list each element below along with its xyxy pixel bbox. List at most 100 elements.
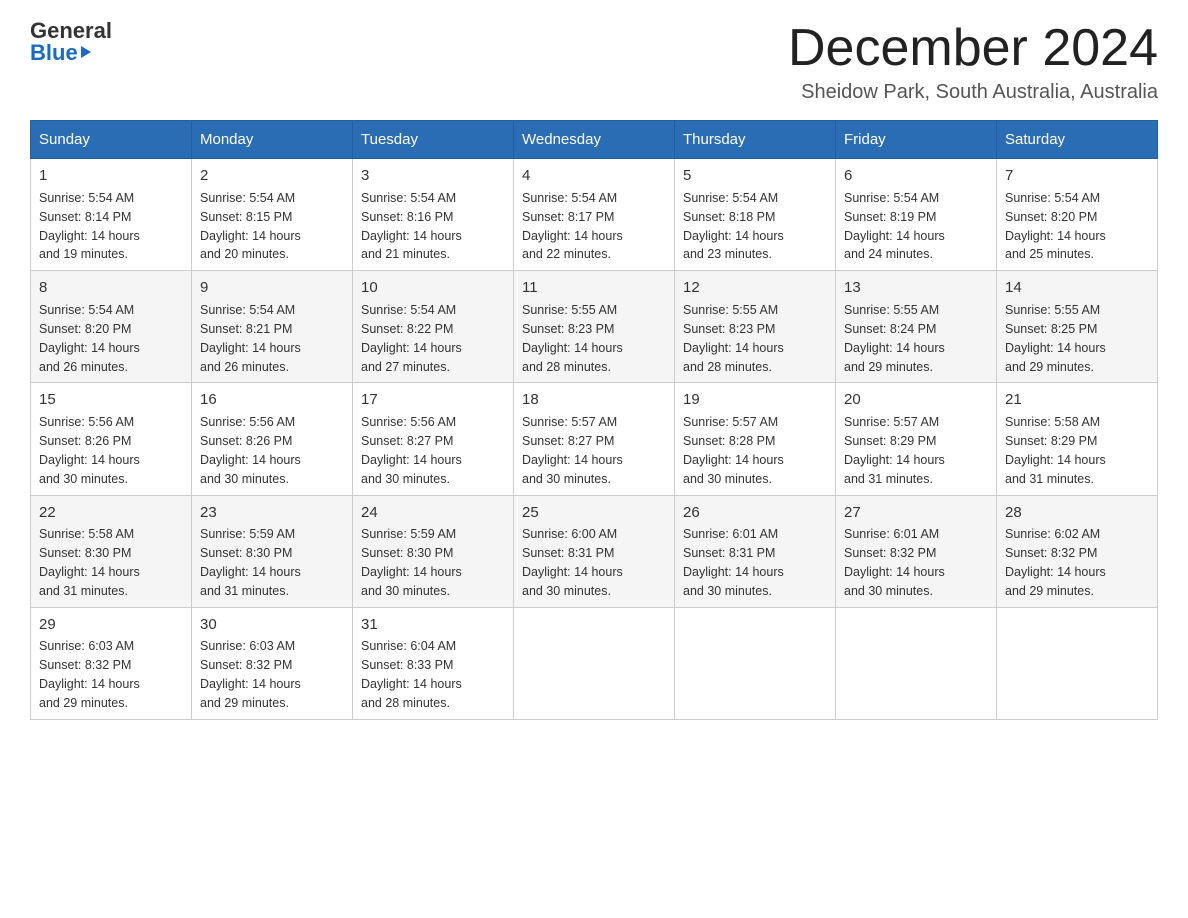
day-info: Sunrise: 5:58 AMSunset: 8:29 PMDaylight:…: [1005, 415, 1106, 486]
title-section: December 2024 Sheidow Park, South Austra…: [788, 20, 1158, 104]
calendar-cell: 12 Sunrise: 5:55 AMSunset: 8:23 PMDaylig…: [675, 271, 836, 383]
day-info: Sunrise: 5:55 AMSunset: 8:25 PMDaylight:…: [1005, 303, 1106, 374]
calendar-cell: 24 Sunrise: 5:59 AMSunset: 8:30 PMDaylig…: [353, 495, 514, 607]
day-info: Sunrise: 5:54 AMSunset: 8:19 PMDaylight:…: [844, 191, 945, 262]
calendar-cell: 23 Sunrise: 5:59 AMSunset: 8:30 PMDaylig…: [192, 495, 353, 607]
calendar-cell: 8 Sunrise: 5:54 AMSunset: 8:20 PMDayligh…: [31, 271, 192, 383]
calendar-cell: 22 Sunrise: 5:58 AMSunset: 8:30 PMDaylig…: [31, 495, 192, 607]
calendar-cell: 15 Sunrise: 5:56 AMSunset: 8:26 PMDaylig…: [31, 383, 192, 495]
day-number: 2: [200, 165, 344, 187]
day-number: 15: [39, 389, 183, 411]
day-info: Sunrise: 5:55 AMSunset: 8:23 PMDaylight:…: [683, 303, 784, 374]
calendar-cell: 5 Sunrise: 5:54 AMSunset: 8:18 PMDayligh…: [675, 159, 836, 271]
calendar-cell: 31 Sunrise: 6:04 AMSunset: 8:33 PMDaylig…: [353, 607, 514, 719]
day-number: 14: [1005, 277, 1149, 299]
calendar-cell: 11 Sunrise: 5:55 AMSunset: 8:23 PMDaylig…: [514, 271, 675, 383]
day-info: Sunrise: 6:01 AMSunset: 8:32 PMDaylight:…: [844, 527, 945, 598]
calendar-cell: 3 Sunrise: 5:54 AMSunset: 8:16 PMDayligh…: [353, 159, 514, 271]
calendar-cell: 17 Sunrise: 5:56 AMSunset: 8:27 PMDaylig…: [353, 383, 514, 495]
day-number: 20: [844, 389, 988, 411]
day-info: Sunrise: 5:54 AMSunset: 8:17 PMDaylight:…: [522, 191, 623, 262]
day-number: 21: [1005, 389, 1149, 411]
calendar-cell: 13 Sunrise: 5:55 AMSunset: 8:24 PMDaylig…: [836, 271, 997, 383]
calendar-cell: 10 Sunrise: 5:54 AMSunset: 8:22 PMDaylig…: [353, 271, 514, 383]
day-number: 8: [39, 277, 183, 299]
day-info: Sunrise: 5:54 AMSunset: 8:14 PMDaylight:…: [39, 191, 140, 262]
day-info: Sunrise: 6:01 AMSunset: 8:31 PMDaylight:…: [683, 527, 784, 598]
day-info: Sunrise: 5:57 AMSunset: 8:27 PMDaylight:…: [522, 415, 623, 486]
day-info: Sunrise: 5:59 AMSunset: 8:30 PMDaylight:…: [200, 527, 301, 598]
logo-general-text: General: [30, 20, 112, 42]
day-number: 28: [1005, 502, 1149, 524]
day-number: 22: [39, 502, 183, 524]
header-monday: Monday: [192, 121, 353, 159]
calendar-week-row: 8 Sunrise: 5:54 AMSunset: 8:20 PMDayligh…: [31, 271, 1158, 383]
calendar-week-row: 1 Sunrise: 5:54 AMSunset: 8:14 PMDayligh…: [31, 159, 1158, 271]
day-number: 4: [522, 165, 666, 187]
day-number: 17: [361, 389, 505, 411]
day-info: Sunrise: 5:57 AMSunset: 8:29 PMDaylight:…: [844, 415, 945, 486]
day-info: Sunrise: 5:54 AMSunset: 8:16 PMDaylight:…: [361, 191, 462, 262]
calendar-table: SundayMondayTuesdayWednesdayThursdayFrid…: [30, 120, 1158, 720]
day-info: Sunrise: 5:59 AMSunset: 8:30 PMDaylight:…: [361, 527, 462, 598]
header-friday: Friday: [836, 121, 997, 159]
day-info: Sunrise: 5:55 AMSunset: 8:24 PMDaylight:…: [844, 303, 945, 374]
calendar-cell: 26 Sunrise: 6:01 AMSunset: 8:31 PMDaylig…: [675, 495, 836, 607]
day-number: 12: [683, 277, 827, 299]
day-number: 7: [1005, 165, 1149, 187]
day-info: Sunrise: 6:03 AMSunset: 8:32 PMDaylight:…: [200, 639, 301, 710]
day-number: 19: [683, 389, 827, 411]
header-sunday: Sunday: [31, 121, 192, 159]
calendar-cell: 9 Sunrise: 5:54 AMSunset: 8:21 PMDayligh…: [192, 271, 353, 383]
calendar-cell: 25 Sunrise: 6:00 AMSunset: 8:31 PMDaylig…: [514, 495, 675, 607]
day-number: 13: [844, 277, 988, 299]
logo-arrow-icon: [81, 46, 91, 58]
day-number: 3: [361, 165, 505, 187]
calendar-cell: 28 Sunrise: 6:02 AMSunset: 8:32 PMDaylig…: [997, 495, 1158, 607]
calendar-cell: [997, 607, 1158, 719]
calendar-cell: 2 Sunrise: 5:54 AMSunset: 8:15 PMDayligh…: [192, 159, 353, 271]
location-title: Sheidow Park, South Australia, Australia: [788, 81, 1158, 104]
day-info: Sunrise: 5:54 AMSunset: 8:18 PMDaylight:…: [683, 191, 784, 262]
calendar-cell: 16 Sunrise: 5:56 AMSunset: 8:26 PMDaylig…: [192, 383, 353, 495]
calendar-cell: [836, 607, 997, 719]
day-number: 31: [361, 614, 505, 636]
calendar-cell: 30 Sunrise: 6:03 AMSunset: 8:32 PMDaylig…: [192, 607, 353, 719]
day-info: Sunrise: 6:03 AMSunset: 8:32 PMDaylight:…: [39, 639, 140, 710]
day-number: 24: [361, 502, 505, 524]
day-number: 30: [200, 614, 344, 636]
day-info: Sunrise: 5:56 AMSunset: 8:26 PMDaylight:…: [200, 415, 301, 486]
calendar-cell: 4 Sunrise: 5:54 AMSunset: 8:17 PMDayligh…: [514, 159, 675, 271]
day-info: Sunrise: 6:02 AMSunset: 8:32 PMDaylight:…: [1005, 527, 1106, 598]
day-info: Sunrise: 5:58 AMSunset: 8:30 PMDaylight:…: [39, 527, 140, 598]
calendar-week-row: 15 Sunrise: 5:56 AMSunset: 8:26 PMDaylig…: [31, 383, 1158, 495]
day-info: Sunrise: 6:04 AMSunset: 8:33 PMDaylight:…: [361, 639, 462, 710]
calendar-cell: 20 Sunrise: 5:57 AMSunset: 8:29 PMDaylig…: [836, 383, 997, 495]
day-number: 10: [361, 277, 505, 299]
day-info: Sunrise: 5:57 AMSunset: 8:28 PMDaylight:…: [683, 415, 784, 486]
day-number: 11: [522, 277, 666, 299]
day-number: 18: [522, 389, 666, 411]
header-tuesday: Tuesday: [353, 121, 514, 159]
day-info: Sunrise: 5:56 AMSunset: 8:27 PMDaylight:…: [361, 415, 462, 486]
day-info: Sunrise: 5:54 AMSunset: 8:20 PMDaylight:…: [39, 303, 140, 374]
day-number: 9: [200, 277, 344, 299]
calendar-cell: 6 Sunrise: 5:54 AMSunset: 8:19 PMDayligh…: [836, 159, 997, 271]
day-number: 26: [683, 502, 827, 524]
calendar-cell: 14 Sunrise: 5:55 AMSunset: 8:25 PMDaylig…: [997, 271, 1158, 383]
day-number: 29: [39, 614, 183, 636]
day-number: 27: [844, 502, 988, 524]
calendar-cell: [675, 607, 836, 719]
calendar-week-row: 22 Sunrise: 5:58 AMSunset: 8:30 PMDaylig…: [31, 495, 1158, 607]
page-header: General Blue December 2024 Sheidow Park,…: [30, 20, 1158, 104]
calendar-cell: 19 Sunrise: 5:57 AMSunset: 8:28 PMDaylig…: [675, 383, 836, 495]
header-thursday: Thursday: [675, 121, 836, 159]
day-info: Sunrise: 5:55 AMSunset: 8:23 PMDaylight:…: [522, 303, 623, 374]
calendar-cell: 7 Sunrise: 5:54 AMSunset: 8:20 PMDayligh…: [997, 159, 1158, 271]
header-saturday: Saturday: [997, 121, 1158, 159]
day-number: 23: [200, 502, 344, 524]
calendar-header-row: SundayMondayTuesdayWednesdayThursdayFrid…: [31, 121, 1158, 159]
day-info: Sunrise: 5:54 AMSunset: 8:22 PMDaylight:…: [361, 303, 462, 374]
calendar-week-row: 29 Sunrise: 6:03 AMSunset: 8:32 PMDaylig…: [31, 607, 1158, 719]
calendar-cell: 21 Sunrise: 5:58 AMSunset: 8:29 PMDaylig…: [997, 383, 1158, 495]
